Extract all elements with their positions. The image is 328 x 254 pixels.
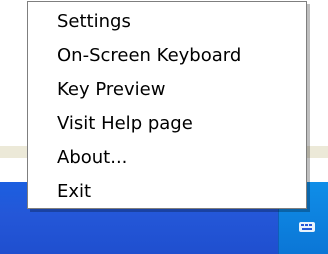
menu-item-exit[interactable]: Exit <box>57 178 91 206</box>
menu-item-key-preview[interactable]: Key Preview <box>57 76 165 104</box>
menu-item-about[interactable]: About... <box>57 144 127 172</box>
context-menu: Settings On-Screen Keyboard Key Preview … <box>27 1 307 209</box>
menu-item-on-screen-keyboard[interactable]: On-Screen Keyboard <box>57 42 241 70</box>
keyboard-icon[interactable] <box>298 218 316 236</box>
menu-item-settings[interactable]: Settings <box>57 8 131 36</box>
menu-item-visit-help-page[interactable]: Visit Help page <box>57 110 193 138</box>
